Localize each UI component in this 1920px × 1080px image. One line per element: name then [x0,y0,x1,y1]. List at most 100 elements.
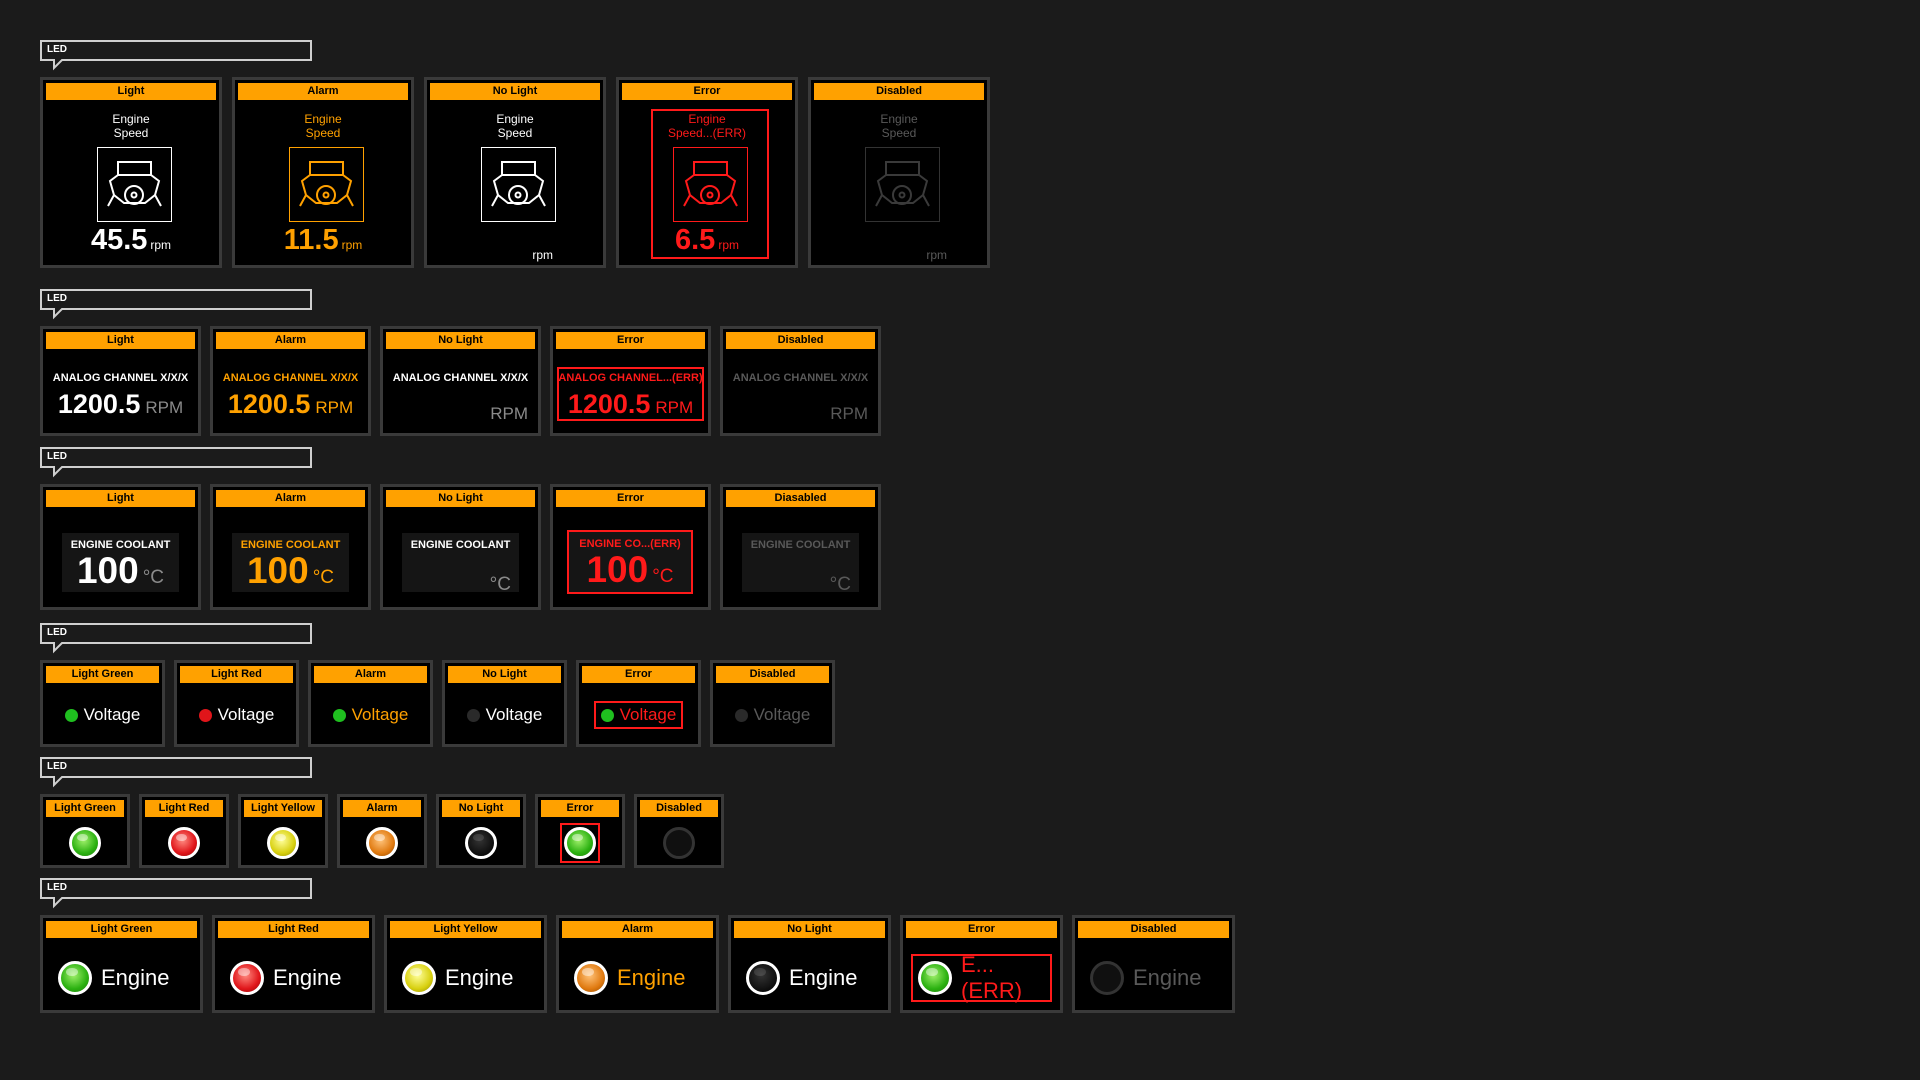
tile-name: ANALOG CHANNEL X/X/X [52,372,189,384]
tile-value: rpm [532,248,553,262]
coolant-panel: ENGINE COOLANT 100 °C [62,533,179,592]
analog-tile-error[interactable]: Error ANALOG CHANNEL...(ERR) 1200.5 RPM [550,326,711,436]
state-caption: Diasabled [726,490,875,507]
tile-name: ENGINE COOLANT [410,539,511,551]
led-tile-alarm[interactable]: Alarm [337,794,427,868]
error-frame [560,823,600,863]
section-label: LED [47,627,67,638]
tile-label: E...(ERR) [961,952,1023,1003]
engine-speed-tile-disabled: Disabled Engine Speed rpm [808,77,990,268]
tile-name: Engine Speed [112,112,150,140]
coolant-tile-disabled: Diasabled ENGINE COOLANT °C [720,484,881,610]
tile-label: Voltage [217,705,275,724]
engine-led-tile-error[interactable]: Error E...(ERR) [900,915,1063,1013]
voltage-tile-alarm[interactable]: Alarm Voltage [308,660,433,747]
row-engine-speed: Light Engine Speed 45.5 rpm Alarm Engine Sp… [40,77,1000,268]
state-caption: Light Red [180,666,293,683]
coolant-panel: ENGINE COOLANT °C [402,533,519,595]
tile-value: 100 °C [246,550,335,591]
tile-label: Voltage [753,705,811,724]
voltage-tile-light-red[interactable]: Light Red Voltage [174,660,299,747]
state-caption: Alarm [216,332,365,349]
state-caption: Alarm [314,666,427,683]
voltage-tile-disabled: Disabled Voltage [710,660,835,747]
coolant-panel: ENGINE CO...(ERR) 100 °C [567,530,693,594]
state-caption: Light Green [46,666,159,683]
led-tile-light-green[interactable]: Light Green [40,794,130,868]
tile-value: RPM [490,404,528,423]
tile-value: 1200.5 RPM [567,389,694,419]
status-dot-icon [734,708,748,722]
state-caption: Alarm [562,921,713,938]
analog-tile-alarm[interactable]: Alarm ANALOG CHANNEL X/X/X 1200.5 RPM [210,326,371,436]
engine-icon [289,147,364,222]
engine-icon [865,147,940,222]
tile-label: Voltage [619,705,677,724]
tile-label: Engine [101,965,170,990]
status-dot-icon [332,708,346,722]
state-caption: Error [622,83,792,100]
coolant-tile-alarm[interactable]: Alarm ENGINE COOLANT 100 °C [210,484,371,610]
analog-tile-no-light[interactable]: No Light ANALOG CHANNEL X/X/X RPM [380,326,541,436]
led-indicator-icon [918,961,952,995]
tile-value: 1200.5 RPM [57,389,184,419]
engine-led-tile-no-light[interactable]: No Light Engine [728,915,891,1013]
state-caption: Disabled [814,83,984,100]
analog-tile-light[interactable]: Light ANALOG CHANNEL X/X/X 1200.5 RPM [40,326,201,436]
coolant-tile-error[interactable]: Error ENGINE CO...(ERR) 100 °C [550,484,711,610]
voltage-tile-error[interactable]: Error Voltage [576,660,701,747]
led-tile-light-red[interactable]: Light Red [139,794,229,868]
section-tab-shape [40,447,312,478]
status-dot-icon [600,708,614,722]
engine-led-tile-light-yellow[interactable]: Light Yellow Engine [384,915,547,1013]
error-frame: Voltage [593,701,684,729]
engine-speed-tile-error[interactable]: Error Engine Speed...(ERR) 6.5 rpm [616,77,798,268]
engine-led-tile-alarm[interactable]: Alarm Engine [556,915,719,1013]
tile-label: Engine [445,965,514,990]
row-led-engine: Light Green Engine Light Red Engine Ligh… [40,915,1244,1013]
tile-label: Engine [617,965,686,990]
section-label: LED [47,882,67,893]
state-caption: No Light [386,490,535,507]
coolant-tile-no-light[interactable]: No Light ENGINE COOLANT °C [380,484,541,610]
engine-speed-tile-alarm[interactable]: Alarm Engine Speed 11.5 rpm [232,77,414,268]
section-label: LED [47,293,67,304]
section-tab-shape [40,40,312,71]
led-tile-light-yellow[interactable]: Light Yellow [238,794,328,868]
tile-label: Engine [789,965,858,990]
tile-name: ANALOG CHANNEL X/X/X [392,372,529,384]
engine-icon [481,147,556,222]
state-caption: No Light [442,800,520,817]
section-header-3: LED [40,447,312,479]
tile-name: ANALOG CHANNEL...(ERR) [558,372,703,384]
section-label: LED [47,451,67,462]
row-voltage: Light Green Voltage Light Red Voltage Al… [40,660,844,747]
led-indicator-icon [1090,961,1124,995]
state-caption: Light Red [218,921,369,938]
engine-speed-tile-light[interactable]: Light Engine Speed 45.5 rpm [40,77,222,268]
state-caption: Error [541,800,619,817]
tile-name: Engine Speed [880,112,918,140]
tile-value: 100 °C [586,549,674,590]
tile-value: RPM [830,404,868,423]
led-tile-disabled: Disabled [634,794,724,868]
voltage-tile-light-green[interactable]: Light Green Voltage [40,660,165,747]
state-caption: Light Green [46,921,197,938]
voltage-tile-no-light[interactable]: No Light Voltage [442,660,567,747]
engine-led-tile-light-red[interactable]: Light Red Engine [212,915,375,1013]
state-caption: Light Yellow [390,921,541,938]
led-indicator-icon [465,827,497,859]
state-caption: Alarm [216,490,365,507]
tile-label: Voltage [83,705,141,724]
row-engine-coolant: Light ENGINE COOLANT 100 °C Alarm ENGINE … [40,484,890,610]
engine-speed-tile-no-light[interactable]: No Light Engine Speed rpm [424,77,606,268]
engine-led-tile-light-green[interactable]: Light Green Engine [40,915,203,1013]
tile-value: 45.5 rpm [90,224,172,256]
row-led-only: Light Green Light Red Light Yellow Alarm… [40,794,733,868]
led-indicator-icon [574,961,608,995]
led-tile-error[interactable]: Error [535,794,625,868]
led-tile-no-light[interactable]: No Light [436,794,526,868]
state-caption: Light Red [145,800,223,817]
engine-icon [673,147,748,222]
coolant-tile-light[interactable]: Light ENGINE COOLANT 100 °C [40,484,201,610]
